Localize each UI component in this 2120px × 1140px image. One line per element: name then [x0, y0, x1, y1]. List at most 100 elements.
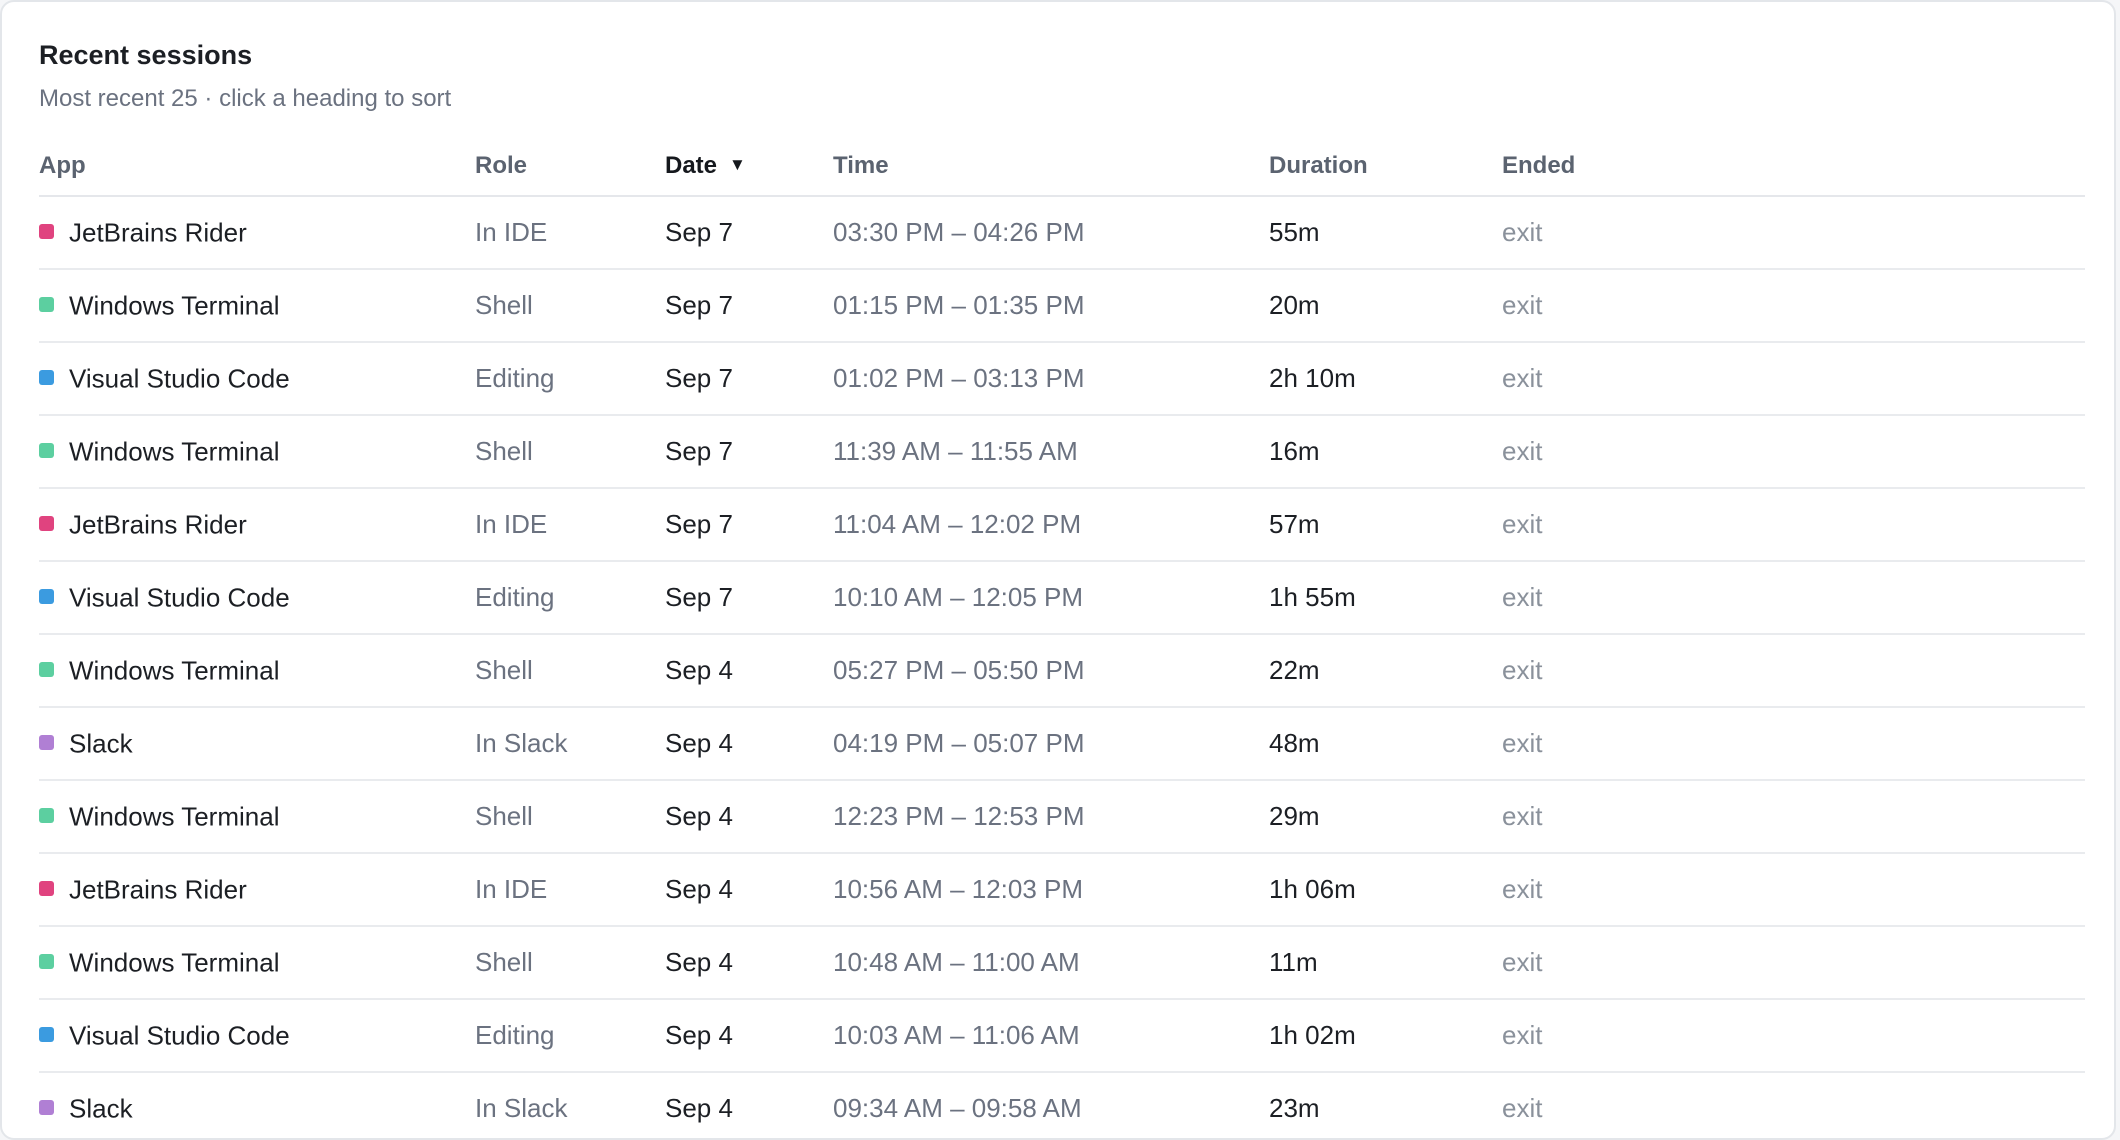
- cell-role: In Slack: [475, 707, 665, 781]
- cell-time: 09:34 AM – 09:58 AM: [833, 1072, 1269, 1138]
- cell-ended: exit: [1502, 561, 2085, 635]
- cell-duration: 16m: [1269, 415, 1502, 489]
- cell-time: 03:30 PM – 04:26 PM: [833, 196, 1269, 270]
- cell-app: Windows Terminal: [39, 780, 475, 854]
- cell-date: Sep 7: [665, 342, 833, 416]
- table-row: Windows Terminal Shell Sep 4 05:27 PM – 05:…: [39, 634, 2085, 708]
- app-color-swatch: [39, 1099, 54, 1115]
- cell-duration: 11m: [1269, 926, 1502, 1000]
- cell-ended: exit: [1502, 780, 2085, 854]
- cell-app: JetBrains Rider: [39, 488, 475, 562]
- cell-role: Editing: [475, 561, 665, 635]
- cell-ended: exit: [1502, 488, 2085, 562]
- cell-app: Windows Terminal: [39, 926, 475, 1000]
- app-name: Windows Terminal: [69, 290, 280, 321]
- cell-ended: exit: [1502, 926, 2085, 1000]
- cell-role: In Slack: [475, 1072, 665, 1138]
- cell-role: In IDE: [475, 853, 665, 927]
- app-name: Slack: [69, 728, 133, 759]
- table-row: Windows Terminal Shell Sep 4 12:23 PM – 12:…: [39, 780, 2085, 854]
- cell-time: 04:19 PM – 05:07 PM: [833, 707, 1269, 781]
- app-name: Visual Studio Code: [69, 582, 290, 613]
- cell-time: 05:27 PM – 05:50 PM: [833, 634, 1269, 708]
- cell-time: 11:04 AM – 12:02 PM: [833, 488, 1269, 562]
- column-header-label: Duration: [1269, 152, 1368, 179]
- cell-ended: exit: [1502, 999, 2085, 1073]
- recent-sessions-card: Recent sessions Most recent 25 · click a…: [0, 0, 2116, 1140]
- app-color-swatch: [39, 515, 54, 531]
- cell-app: Windows Terminal: [39, 634, 475, 708]
- column-header-ended[interactable]: Ended: [1502, 137, 2085, 197]
- app-color-swatch: [39, 880, 54, 896]
- cell-time: 01:15 PM – 01:35 PM: [833, 269, 1269, 343]
- cell-time: 12:23 PM – 12:53 PM: [833, 780, 1269, 854]
- column-header-app[interactable]: App: [39, 137, 475, 197]
- column-header-label: Date: [665, 152, 718, 179]
- app-name: Windows Terminal: [69, 655, 280, 686]
- app-name: Visual Studio Code: [69, 363, 290, 394]
- cell-role: In IDE: [475, 196, 665, 270]
- column-header-role[interactable]: Role: [475, 137, 665, 197]
- cell-duration: 29m: [1269, 780, 1502, 854]
- app-name: Slack: [69, 1093, 133, 1124]
- cell-time: 11:39 AM – 11:55 AM: [833, 415, 1269, 489]
- cell-duration: 20m: [1269, 269, 1502, 343]
- app-color-swatch: [39, 807, 54, 823]
- cell-ended: exit: [1502, 269, 2085, 343]
- table-header: App Role Date ▼ Time Duration Ended: [39, 137, 2085, 197]
- cell-ended: exit: [1502, 1072, 2085, 1138]
- cell-app: Visual Studio Code: [39, 999, 475, 1073]
- table-row: Windows Terminal Shell Sep 7 11:39 AM – 11:…: [39, 415, 2085, 489]
- cell-time: 10:03 AM – 11:06 AM: [833, 999, 1269, 1073]
- cell-ended: exit: [1502, 342, 2085, 416]
- cell-app: Windows Terminal: [39, 269, 475, 343]
- cell-app: Slack: [39, 707, 475, 781]
- column-header-label: App: [39, 152, 86, 179]
- app-name: JetBrains Rider: [69, 509, 247, 540]
- cell-duration: 57m: [1269, 488, 1502, 562]
- column-header-duration[interactable]: Duration: [1269, 137, 1502, 197]
- table-row: JetBrains Rider In IDE Sep 7 11:04 AM – 12:…: [39, 488, 2085, 562]
- table-row: Windows Terminal Shell Sep 7 01:15 PM – 01:…: [39, 269, 2085, 343]
- app-name: Windows Terminal: [69, 801, 280, 832]
- card-subtitle: Most recent 25 · click a heading to sort: [39, 85, 452, 112]
- cell-time: 10:56 AM – 12:03 PM: [833, 853, 1269, 927]
- table-row: Visual Studio Code Editing Sep 7 01:02 PM –…: [39, 342, 2085, 416]
- cell-ended: exit: [1502, 196, 2085, 270]
- cell-date: Sep 7: [665, 196, 833, 270]
- app-color-swatch: [39, 1026, 54, 1042]
- cell-date: Sep 4: [665, 999, 833, 1073]
- cell-app: JetBrains Rider: [39, 853, 475, 927]
- cell-duration: 1h 02m: [1269, 999, 1502, 1073]
- table-row: Visual Studio Code Editing Sep 7 10:10 AM –…: [39, 561, 2085, 635]
- cell-date: Sep 4: [665, 853, 833, 927]
- cell-ended: exit: [1502, 634, 2085, 708]
- cell-duration: 1h 06m: [1269, 853, 1502, 927]
- column-header-time[interactable]: Time: [833, 137, 1269, 197]
- cell-duration: 55m: [1269, 196, 1502, 270]
- cell-date: Sep 4: [665, 634, 833, 708]
- cell-role: Shell: [475, 415, 665, 489]
- table-body: JetBrains Rider In IDE Sep 7 03:30 PM – 04:…: [39, 196, 2085, 1138]
- app-name: JetBrains Rider: [69, 217, 247, 248]
- cell-role: Shell: [475, 780, 665, 854]
- column-header-label: Role: [475, 152, 528, 179]
- column-header-date[interactable]: Date ▼: [665, 137, 833, 197]
- cell-app: Windows Terminal: [39, 415, 475, 489]
- cell-app: Visual Studio Code: [39, 561, 475, 635]
- column-header-label: Time: [833, 152, 889, 179]
- cell-date: Sep 4: [665, 926, 833, 1000]
- cell-ended: exit: [1502, 853, 2085, 927]
- cell-date: Sep 7: [665, 488, 833, 562]
- cell-role: Editing: [475, 999, 665, 1073]
- cell-app: Visual Studio Code: [39, 342, 475, 416]
- cell-time: 10:48 AM – 11:00 AM: [833, 926, 1269, 1000]
- cell-date: Sep 7: [665, 415, 833, 489]
- table-row: JetBrains Rider In IDE Sep 4 10:56 AM – 12:…: [39, 853, 2085, 927]
- cell-role: Shell: [475, 634, 665, 708]
- cell-role: Shell: [475, 269, 665, 343]
- cell-duration: 48m: [1269, 707, 1502, 781]
- app-color-swatch: [39, 734, 54, 750]
- app-name: JetBrains Rider: [69, 874, 247, 905]
- app-name: Visual Studio Code: [69, 1020, 290, 1051]
